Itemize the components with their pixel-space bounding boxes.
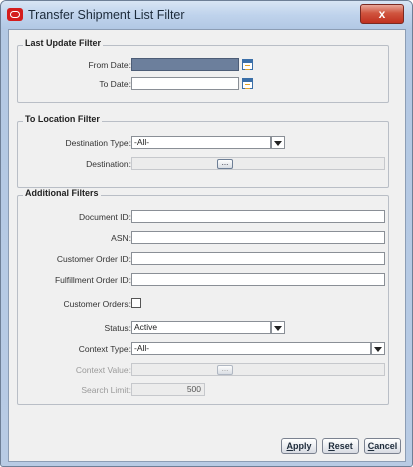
from-date-field[interactable] (131, 58, 239, 71)
last-update-filter-legend: Last Update Filter (23, 38, 104, 48)
close-button[interactable]: x (360, 4, 404, 24)
destination-type-label: Destination Type: (65, 138, 131, 148)
chevron-down-icon[interactable] (271, 136, 285, 149)
additional-filters-legend: Additional Filters (23, 188, 101, 198)
title-bar[interactable]: Transfer Shipment List Filter x (1, 1, 412, 29)
from-date-calendar-icon[interactable] (242, 59, 253, 70)
destination-type-select[interactable]: -All- (131, 136, 271, 149)
document-id-field[interactable] (131, 210, 385, 223)
customer-order-id-label: Customer Order ID: (56, 254, 131, 264)
search-limit-field: 500 (131, 383, 205, 396)
status-select[interactable]: Active (131, 321, 271, 334)
dialog-body: Last Update Filter From Date: To Date: T… (8, 29, 406, 462)
to-date-calendar-icon[interactable] (242, 78, 253, 89)
customer-order-id-field[interactable] (131, 252, 385, 265)
asn-label: ASN: (111, 233, 131, 243)
context-value-label: Context Value: (75, 365, 131, 375)
context-type-select[interactable]: -All- (131, 342, 371, 355)
apply-label: pply (292, 441, 312, 451)
apply-button[interactable]: Apply (281, 438, 317, 454)
asn-field[interactable] (131, 231, 385, 244)
to-date-field[interactable] (131, 77, 239, 90)
chevron-down-icon[interactable] (271, 321, 285, 334)
dialog-window: Transfer Shipment List Filter x Last Upd… (0, 0, 413, 467)
fulfillment-order-id-label: Fulfillment Order ID: (54, 275, 131, 285)
customer-orders-label: Customer Orders: (63, 299, 131, 309)
chevron-down-icon[interactable] (371, 342, 385, 355)
customer-orders-checkbox[interactable] (131, 298, 141, 308)
status-label: Status: (104, 323, 131, 333)
window-title: Transfer Shipment List Filter (28, 8, 185, 22)
to-location-filter-group: To Location Filter Destination Type: -Al… (17, 114, 389, 188)
to-date-label: To Date: (99, 79, 131, 89)
fulfillment-order-id-field[interactable] (131, 273, 385, 286)
additional-filters-group: Additional Filters Document ID: ASN: Cus… (17, 188, 389, 405)
destination-field (131, 157, 385, 170)
reset-label: eset (334, 441, 353, 451)
context-value-field (131, 363, 385, 376)
reset-button[interactable]: Reset (322, 438, 359, 454)
cancel-label: ancel (374, 441, 398, 451)
oracle-app-icon (7, 8, 23, 21)
context-value-lookup-button: ... (217, 365, 233, 375)
last-update-filter-group: Last Update Filter From Date: To Date: (17, 38, 389, 103)
destination-lookup-button[interactable]: ... (217, 159, 233, 169)
document-id-label: Document ID: (79, 212, 131, 222)
destination-label: Destination: (86, 159, 131, 169)
to-location-filter-legend: To Location Filter (23, 114, 102, 124)
search-limit-label: Search Limit: (81, 385, 131, 395)
cancel-button[interactable]: Cancel (364, 438, 401, 454)
context-type-label: Context Type: (78, 344, 131, 354)
from-date-label: From Date: (88, 60, 131, 70)
